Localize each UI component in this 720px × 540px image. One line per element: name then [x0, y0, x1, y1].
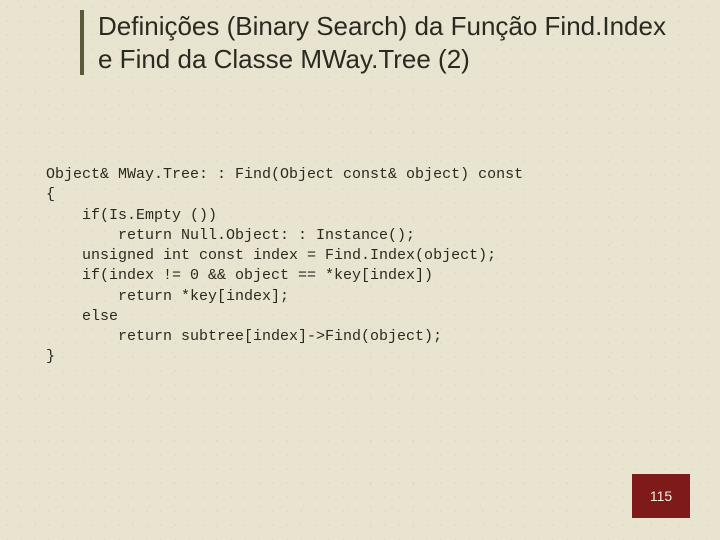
page-number: 115 — [650, 488, 672, 504]
title-block: Definições (Binary Search) da Função Fin… — [80, 10, 680, 75]
page-number-badge: 115 — [632, 474, 690, 518]
slide-title: Definições (Binary Search) da Função Fin… — [98, 10, 680, 75]
code-block: Object& MWay.Tree: : Find(Object const& … — [46, 165, 674, 368]
